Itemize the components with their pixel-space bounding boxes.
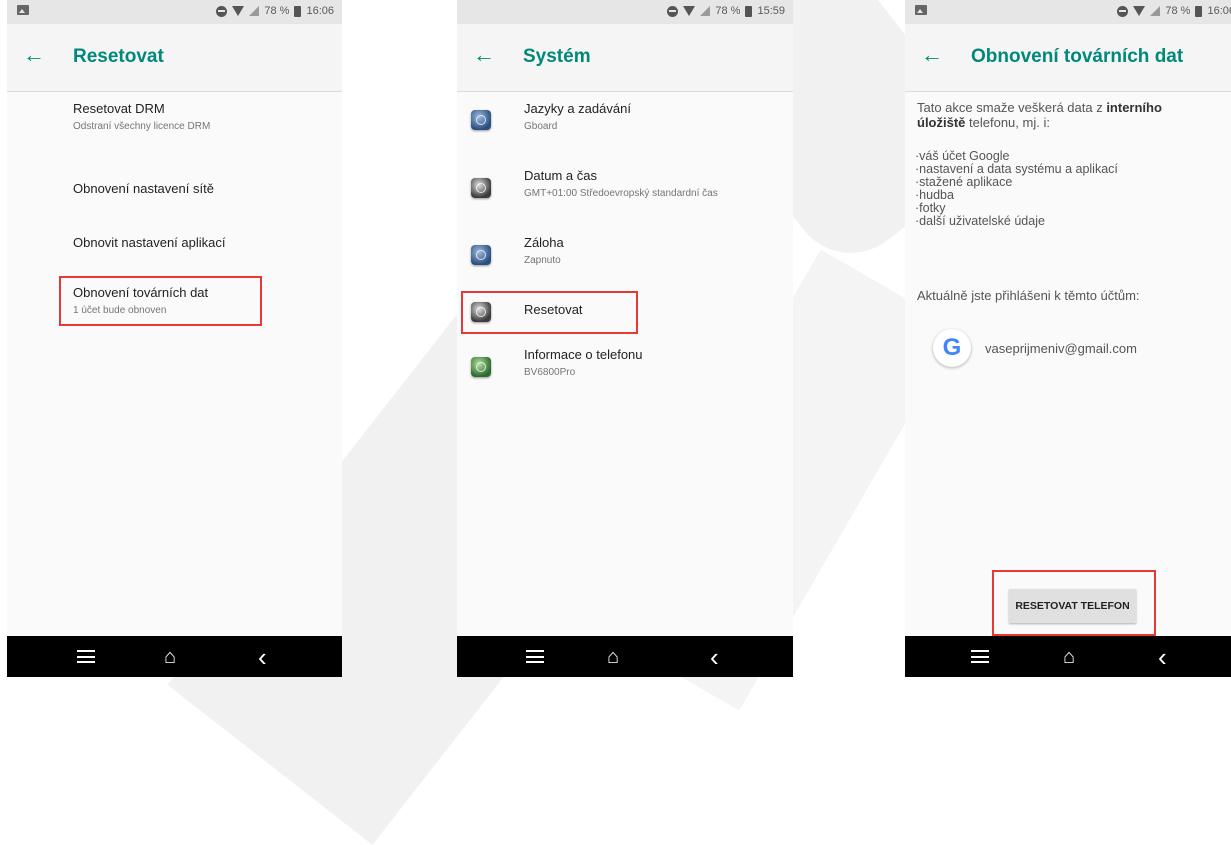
wifi-icon xyxy=(1133,6,1146,16)
back-arrow-icon[interactable]: ← xyxy=(921,44,943,66)
signal-icon xyxy=(1150,6,1161,16)
intro-text: Tato akce smaže veškerá data z interního… xyxy=(917,100,1197,130)
highlight-box xyxy=(59,276,262,326)
back-nav-icon[interactable]: ‹ xyxy=(1158,642,1167,673)
page-title: Systém xyxy=(523,46,591,67)
signal-icon xyxy=(249,6,260,16)
highlight-box xyxy=(992,570,1156,636)
wifi-icon xyxy=(232,6,245,16)
page-title: Resetovat xyxy=(73,46,164,67)
list-item: ·další uživatelské údaje xyxy=(915,214,1045,228)
language-icon xyxy=(471,110,491,130)
battery-percent: 78 % xyxy=(1165,5,1191,17)
phone-screen-factory-reset: 78 % 16:06 ← Obnovení továrních dat Tato… xyxy=(905,0,1231,677)
list-item-backup[interactable]: Záloha Zapnuto xyxy=(524,235,564,266)
clock-time: 15:59 xyxy=(757,5,785,17)
page-title: Obnovení továrních dat xyxy=(971,46,1184,67)
status-bar: 78 % 16:06 xyxy=(905,0,1231,24)
wifi-icon xyxy=(683,6,696,16)
item-title: Záloha xyxy=(524,235,564,250)
battery-percent: 78 % xyxy=(715,5,741,17)
menu-icon[interactable] xyxy=(77,650,95,663)
list-item-network-reset[interactable]: Obnovení nastavení sítě xyxy=(73,181,214,196)
do-not-disturb-icon xyxy=(1117,5,1129,17)
highlight-box xyxy=(461,291,638,334)
phone-screen-reset: 78 % 16:06 ← Resetovat Resetovat DRM Ods… xyxy=(7,0,342,677)
status-bar: 78 % 16:06 xyxy=(7,0,342,24)
item-title: Obnovení nastavení sítě xyxy=(73,181,214,196)
back-arrow-icon[interactable]: ← xyxy=(473,44,495,66)
app-bar: ← Systém xyxy=(457,24,793,92)
item-subtitle: Gboard xyxy=(524,121,558,132)
item-subtitle: GMT+01:00 Středoevropský standardní čas xyxy=(524,188,718,199)
do-not-disturb-icon xyxy=(667,5,679,17)
menu-icon[interactable] xyxy=(971,650,989,663)
status-bar: 78 % 15:59 xyxy=(457,0,793,24)
list-item-language[interactable]: Jazyky a zadávání Gboard xyxy=(524,101,631,132)
app-bar: ← Resetovat xyxy=(7,24,342,92)
do-not-disturb-icon xyxy=(216,5,228,17)
intro-prefix: Tato akce smaže veškerá data z xyxy=(917,100,1107,115)
accounts-label: Aktuálně jste přihlášeni k těmto účtům: xyxy=(917,288,1140,303)
item-title: Datum a čas xyxy=(524,168,597,183)
item-title: Obnovit nastavení aplikací xyxy=(73,235,226,250)
app-bar: ← Obnovení továrních dat xyxy=(905,24,1231,92)
item-subtitle: Zapnuto xyxy=(524,255,561,266)
image-notification-icon xyxy=(17,5,29,15)
list-item-reset-drm[interactable]: Resetovat DRM Odstraní všechny licence D… xyxy=(73,101,210,132)
battery-icon xyxy=(745,5,753,17)
clock-time: 16:06 xyxy=(306,5,334,17)
battery-percent: 78 % xyxy=(264,5,290,17)
signal-icon xyxy=(700,6,711,16)
intro-suffix: telefonu, mj. i: xyxy=(965,115,1050,130)
backup-icon xyxy=(471,245,491,265)
item-subtitle: Odstraní všechny licence DRM xyxy=(73,121,211,132)
image-notification-icon xyxy=(915,5,927,15)
phone-screen-system: 78 % 15:59 ← Systém Jazyky a zadávání Gb… xyxy=(457,0,793,677)
item-subtitle: BV6800Pro xyxy=(524,367,576,378)
navigation-bar: ⌂ ‹ xyxy=(7,636,342,677)
list-item-phone-info[interactable]: Informace o telefonu BV6800Pro xyxy=(524,347,643,378)
battery-icon xyxy=(1195,5,1203,17)
clock-time: 16:06 xyxy=(1207,5,1231,17)
item-title: Resetovat DRM xyxy=(73,101,165,116)
google-logo-icon: G xyxy=(933,329,971,367)
clock-icon xyxy=(471,178,491,198)
info-icon xyxy=(471,357,491,377)
menu-icon[interactable] xyxy=(526,650,544,663)
erase-list: ·váš účet Google ·nastavení a data systé… xyxy=(915,150,1118,228)
home-icon[interactable]: ⌂ xyxy=(607,646,619,669)
list-item-app-reset[interactable]: Obnovit nastavení aplikací xyxy=(73,235,225,250)
back-nav-icon[interactable]: ‹ xyxy=(258,642,267,673)
home-icon[interactable]: ⌂ xyxy=(164,646,176,669)
back-nav-icon[interactable]: ‹ xyxy=(710,642,719,673)
item-title: Informace o telefonu xyxy=(524,347,643,362)
navigation-bar: ⌂ ‹ xyxy=(457,636,793,677)
list-item-date-time[interactable]: Datum a čas GMT+01:00 Středoevropský sta… xyxy=(524,168,718,199)
account-email: vaseprijmeniv@gmail.com xyxy=(985,341,1137,356)
item-title: Jazyky a zadávání xyxy=(524,101,631,116)
back-arrow-icon[interactable]: ← xyxy=(23,44,45,66)
battery-icon xyxy=(294,5,302,17)
home-icon[interactable]: ⌂ xyxy=(1063,646,1075,669)
navigation-bar: ⌂ ‹ xyxy=(905,636,1231,677)
